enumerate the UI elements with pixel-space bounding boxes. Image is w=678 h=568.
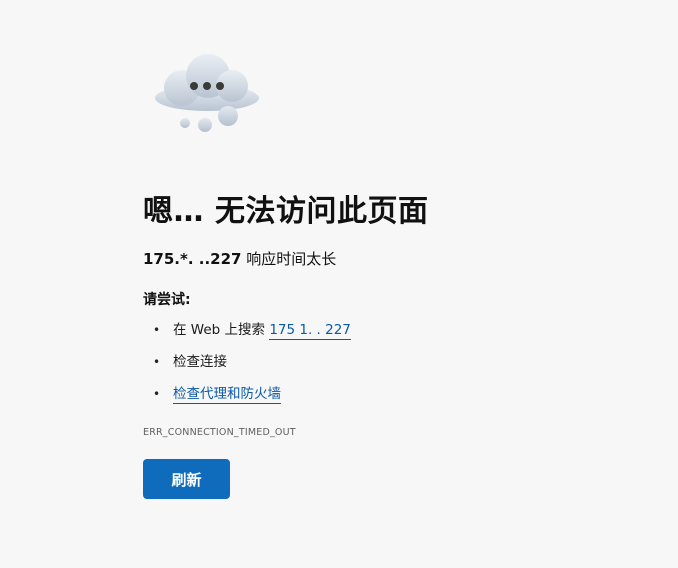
- suggestion-check-connection: • 检查连接: [143, 350, 351, 382]
- error-subtitle: 175.*. ..227 响应时间太长: [143, 248, 336, 269]
- page-title: 嗯… 无法访问此页面: [143, 194, 429, 229]
- subtitle-suffix: 响应时间太长: [241, 250, 337, 268]
- check-connection-text: 检查连接: [173, 354, 227, 370]
- cloud-with-dots-icon: [150, 48, 266, 138]
- host-address: 175.*. ..227: [143, 250, 242, 268]
- suggestion-search-web: • 在 Web 上搜索 175 1. . 227: [143, 318, 351, 350]
- search-web-link[interactable]: 175 1. . 227: [269, 322, 351, 340]
- bullet-icon: •: [153, 355, 161, 369]
- try-label: 请尝试:: [143, 292, 191, 308]
- error-code: ERR_CONNECTION_TIMED_OUT: [143, 427, 296, 438]
- refresh-button[interactable]: 刷新: [143, 459, 230, 499]
- bullet-icon: •: [153, 323, 161, 337]
- suggestion-list: • 在 Web 上搜索 175 1. . 227 • 检查连接 • 检查代理和防…: [143, 318, 351, 414]
- bullet-icon: •: [153, 387, 161, 401]
- error-page: 嗯… 无法访问此页面 175.*. ..227 响应时间太长 请尝试: • 在 …: [0, 0, 678, 568]
- suggestion-search-text: 在 Web 上搜索: [173, 322, 270, 338]
- check-proxy-firewall-link[interactable]: 检查代理和防火墙: [173, 386, 281, 404]
- suggestion-check-proxy: • 检查代理和防火墙: [143, 382, 351, 414]
